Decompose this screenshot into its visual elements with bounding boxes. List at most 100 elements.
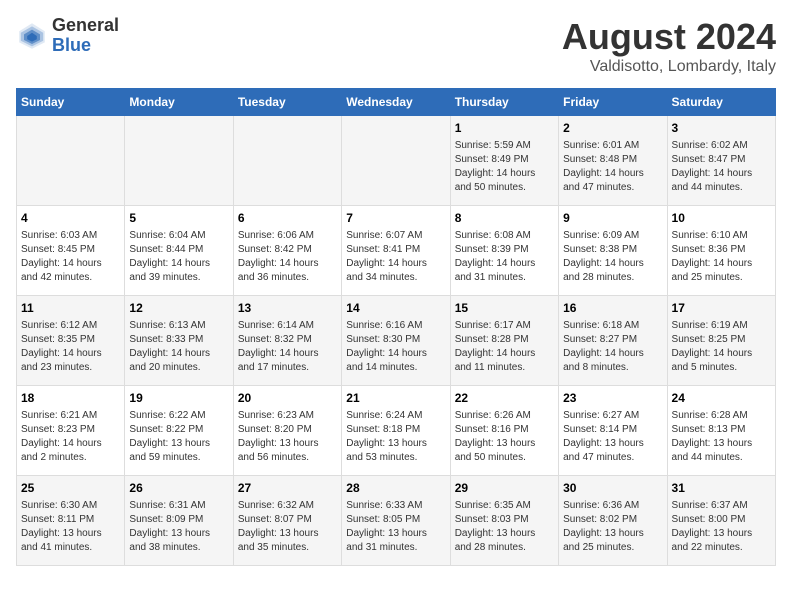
day-number: 30	[563, 480, 662, 497]
calendar-cell: 9 Sunrise: 6:09 AM Sunset: 8:38 PM Daylig…	[559, 206, 667, 296]
day-number: 9	[563, 210, 662, 227]
logo: General Blue	[16, 16, 119, 56]
calendar-cell: 29 Sunrise: 6:35 AM Sunset: 8:03 PM Dayli…	[450, 476, 558, 566]
day-content: Sunrise: 6:23 AM Sunset: 8:20 PM Dayligh…	[238, 409, 337, 465]
day-number: 18	[21, 390, 120, 407]
day-number: 10	[672, 210, 771, 227]
day-number: 2	[563, 120, 662, 137]
day-content: Sunrise: 6:18 AM Sunset: 8:27 PM Dayligh…	[563, 319, 662, 375]
calendar-cell	[125, 116, 233, 206]
main-title: August 2024	[562, 16, 776, 58]
calendar-cell: 15 Sunrise: 6:17 AM Sunset: 8:28 PM Dayli…	[450, 296, 558, 386]
day-number: 26	[129, 480, 228, 497]
logo-blue: Blue	[52, 36, 119, 56]
header-cell-saturday: Saturday	[667, 89, 775, 116]
day-content: Sunrise: 6:01 AM Sunset: 8:48 PM Dayligh…	[563, 139, 662, 195]
day-number: 7	[346, 210, 445, 227]
day-number: 23	[563, 390, 662, 407]
week-row-1: 1Sunrise: 5:59 AM Sunset: 8:49 PM Daylig…	[17, 116, 776, 206]
calendar-cell: 7 Sunrise: 6:07 AM Sunset: 8:41 PM Daylig…	[342, 206, 450, 296]
calendar-cell: 28Sunrise: 6:33 AM Sunset: 8:05 PM Dayli…	[342, 476, 450, 566]
calendar-cell: 18 Sunrise: 6:21 AM Sunset: 8:23 PM Dayli…	[17, 386, 125, 476]
day-content: Sunrise: 6:36 AM Sunset: 8:02 PM Dayligh…	[563, 499, 662, 555]
day-content: Sunrise: 6:06 AM Sunset: 8:42 PM Dayligh…	[238, 229, 337, 285]
day-number: 5	[129, 210, 228, 227]
day-content: Sunrise: 6:02 AM Sunset: 8:47 PM Dayligh…	[672, 139, 771, 195]
calendar-cell: 11Sunrise: 6:12 AM Sunset: 8:35 PM Dayli…	[17, 296, 125, 386]
day-number: 14	[346, 300, 445, 317]
day-content: Sunrise: 6:09 AM Sunset: 8:38 PM Dayligh…	[563, 229, 662, 285]
header-cell-thursday: Thursday	[450, 89, 558, 116]
day-content: Sunrise: 6:19 AM Sunset: 8:25 PM Dayligh…	[672, 319, 771, 375]
day-content: Sunrise: 6:22 AM Sunset: 8:22 PM Dayligh…	[129, 409, 228, 465]
day-number: 12	[129, 300, 228, 317]
header-cell-sunday: Sunday	[17, 89, 125, 116]
calendar-cell: 4Sunrise: 6:03 AM Sunset: 8:45 PM Daylig…	[17, 206, 125, 296]
day-number: 25	[21, 480, 120, 497]
calendar-cell	[342, 116, 450, 206]
day-number: 29	[455, 480, 554, 497]
day-number: 3	[672, 120, 771, 137]
calendar-cell	[17, 116, 125, 206]
calendar-cell: 27 Sunrise: 6:32 AM Sunset: 8:07 PM Dayli…	[233, 476, 341, 566]
calendar-cell: 31Sunrise: 6:37 AM Sunset: 8:00 PM Dayli…	[667, 476, 775, 566]
calendar-cell: 20 Sunrise: 6:23 AM Sunset: 8:20 PM Dayli…	[233, 386, 341, 476]
day-number: 13	[238, 300, 337, 317]
week-row-2: 4Sunrise: 6:03 AM Sunset: 8:45 PM Daylig…	[17, 206, 776, 296]
calendar-cell: 14 Sunrise: 6:16 AM Sunset: 8:30 PM Dayli…	[342, 296, 450, 386]
day-content: Sunrise: 6:17 AM Sunset: 8:28 PM Dayligh…	[455, 319, 554, 375]
day-content: Sunrise: 6:13 AM Sunset: 8:33 PM Dayligh…	[129, 319, 228, 375]
calendar-header: SundayMondayTuesdayWednesdayThursdayFrid…	[17, 89, 776, 116]
day-number: 19	[129, 390, 228, 407]
calendar-cell: 2 Sunrise: 6:01 AM Sunset: 8:48 PM Daylig…	[559, 116, 667, 206]
logo-text: General Blue	[52, 16, 119, 56]
day-content: Sunrise: 6:32 AM Sunset: 8:07 PM Dayligh…	[238, 499, 337, 555]
calendar-cell: 10Sunrise: 6:10 AM Sunset: 8:36 PM Dayli…	[667, 206, 775, 296]
day-content: Sunrise: 6:07 AM Sunset: 8:41 PM Dayligh…	[346, 229, 445, 285]
day-number: 21	[346, 390, 445, 407]
day-number: 20	[238, 390, 337, 407]
week-row-5: 25 Sunrise: 6:30 AM Sunset: 8:11 PM Dayli…	[17, 476, 776, 566]
calendar-cell: 23Sunrise: 6:27 AM Sunset: 8:14 PM Dayli…	[559, 386, 667, 476]
header-cell-monday: Monday	[125, 89, 233, 116]
title-area: August 2024 Valdisotto, Lombardy, Italy	[562, 16, 776, 76]
day-number: 17	[672, 300, 771, 317]
calendar-cell: 12 Sunrise: 6:13 AM Sunset: 8:33 PM Dayli…	[125, 296, 233, 386]
calendar-cell: 19 Sunrise: 6:22 AM Sunset: 8:22 PM Dayli…	[125, 386, 233, 476]
logo-general: General	[52, 16, 119, 36]
logo-icon	[16, 20, 48, 52]
calendar-cell: 25 Sunrise: 6:30 AM Sunset: 8:11 PM Dayli…	[17, 476, 125, 566]
day-number: 11	[21, 300, 120, 317]
calendar-cell: 6 Sunrise: 6:06 AM Sunset: 8:42 PM Daylig…	[233, 206, 341, 296]
day-content: Sunrise: 6:35 AM Sunset: 8:03 PM Dayligh…	[455, 499, 554, 555]
day-content: Sunrise: 6:08 AM Sunset: 8:39 PM Dayligh…	[455, 229, 554, 285]
day-content: Sunrise: 6:26 AM Sunset: 8:16 PM Dayligh…	[455, 409, 554, 465]
header: General Blue August 2024 Valdisotto, Lom…	[16, 16, 776, 76]
day-number: 28	[346, 480, 445, 497]
day-number: 4	[21, 210, 120, 227]
calendar-body: 1Sunrise: 5:59 AM Sunset: 8:49 PM Daylig…	[17, 116, 776, 566]
day-number: 24	[672, 390, 771, 407]
header-cell-tuesday: Tuesday	[233, 89, 341, 116]
calendar-cell: 17 Sunrise: 6:19 AM Sunset: 8:25 PM Dayli…	[667, 296, 775, 386]
day-content: Sunrise: 6:16 AM Sunset: 8:30 PM Dayligh…	[346, 319, 445, 375]
calendar-cell: 26Sunrise: 6:31 AM Sunset: 8:09 PM Dayli…	[125, 476, 233, 566]
calendar-cell	[233, 116, 341, 206]
day-number: 15	[455, 300, 554, 317]
day-number: 27	[238, 480, 337, 497]
day-number: 8	[455, 210, 554, 227]
day-content: Sunrise: 6:04 AM Sunset: 8:44 PM Dayligh…	[129, 229, 228, 285]
day-content: Sunrise: 6:14 AM Sunset: 8:32 PM Dayligh…	[238, 319, 337, 375]
day-content: Sunrise: 6:21 AM Sunset: 8:23 PM Dayligh…	[21, 409, 120, 465]
day-content: Sunrise: 6:30 AM Sunset: 8:11 PM Dayligh…	[21, 499, 120, 555]
header-row: SundayMondayTuesdayWednesdayThursdayFrid…	[17, 89, 776, 116]
week-row-3: 11Sunrise: 6:12 AM Sunset: 8:35 PM Dayli…	[17, 296, 776, 386]
calendar-cell: 1Sunrise: 5:59 AM Sunset: 8:49 PM Daylig…	[450, 116, 558, 206]
calendar-cell: 22Sunrise: 6:26 AM Sunset: 8:16 PM Dayli…	[450, 386, 558, 476]
calendar-cell: 16Sunrise: 6:18 AM Sunset: 8:27 PM Dayli…	[559, 296, 667, 386]
calendar-cell: 3 Sunrise: 6:02 AM Sunset: 8:47 PM Daylig…	[667, 116, 775, 206]
calendar-cell: 24Sunrise: 6:28 AM Sunset: 8:13 PM Dayli…	[667, 386, 775, 476]
day-number: 1	[455, 120, 554, 137]
week-row-4: 18 Sunrise: 6:21 AM Sunset: 8:23 PM Dayli…	[17, 386, 776, 476]
day-number: 6	[238, 210, 337, 227]
